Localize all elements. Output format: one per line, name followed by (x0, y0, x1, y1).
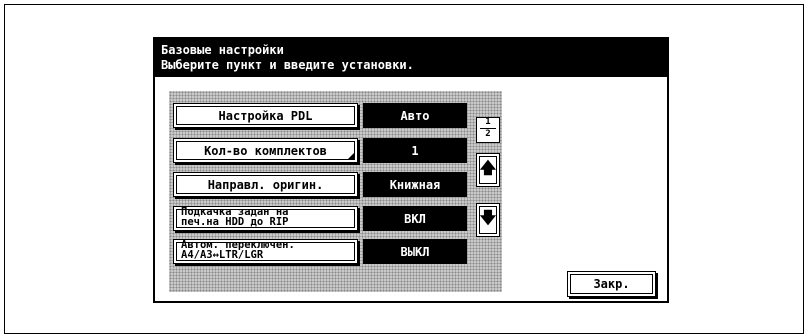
settings-row: Подкачка задан на печ.на HDD до RIP ВКЛ (173, 206, 498, 231)
setting-value: ВКЛ (363, 206, 467, 231)
panel-subtitle: Выберите пункт и введите установки. (161, 58, 414, 72)
settings-row: Автом. переключен. A4/A3↔LTR/LGR ВЫКЛ (173, 239, 498, 264)
scroll-up-button[interactable]: 🡅 (476, 153, 500, 187)
arrow-down-icon: 🡇 (479, 207, 497, 227)
close-button[interactable]: Закр. (567, 271, 656, 297)
setting-label-line2: печ.на HDD до RIP (181, 216, 289, 228)
settings-row: Направл. оригин. Книжная (173, 172, 498, 197)
setting-value: 1 (363, 138, 467, 163)
panel-header: Базовые настройки Выберите пункт и введи… (155, 39, 667, 77)
settings-row: Кол-во комплектов 1 (173, 138, 498, 163)
page-indicator: 1 2 (476, 117, 500, 143)
setting-label: Направл. оригин. (207, 177, 324, 192)
paper-auto-switch-button[interactable]: Автом. переключен. A4/A3↔LTR/LGR (173, 239, 358, 264)
copies-count-button[interactable]: Кол-во комплектов (173, 138, 358, 163)
scroll-down-button[interactable]: 🡇 (476, 203, 500, 237)
hdd-spool-button[interactable]: Подкачка задан на печ.на HDD до RIP (173, 206, 358, 231)
original-direction-button[interactable]: Направл. оригин. (173, 172, 358, 197)
settings-row: Настройка PDL Авто (173, 103, 498, 128)
setting-value: Книжная (363, 172, 467, 197)
settings-list: Настройка PDL Авто Кол-во комплектов 1 Н… (169, 91, 502, 292)
close-label: Закр. (593, 277, 630, 291)
setting-value: ВЫКЛ (363, 239, 467, 264)
detail-corner-icon (348, 153, 354, 159)
page-current: 1 (485, 117, 491, 127)
setting-label-line2: A4/A3↔LTR/LGR (181, 249, 264, 261)
arrow-up-icon: 🡅 (479, 157, 497, 177)
setting-value: Авто (363, 103, 467, 128)
page-total: 2 (485, 129, 491, 139)
setting-label: Кол-во комплектов (204, 143, 327, 158)
pdl-setting-button[interactable]: Настройка PDL (173, 103, 358, 128)
panel-title: Базовые настройки (161, 43, 284, 57)
setting-label: Настройка PDL (218, 108, 313, 123)
